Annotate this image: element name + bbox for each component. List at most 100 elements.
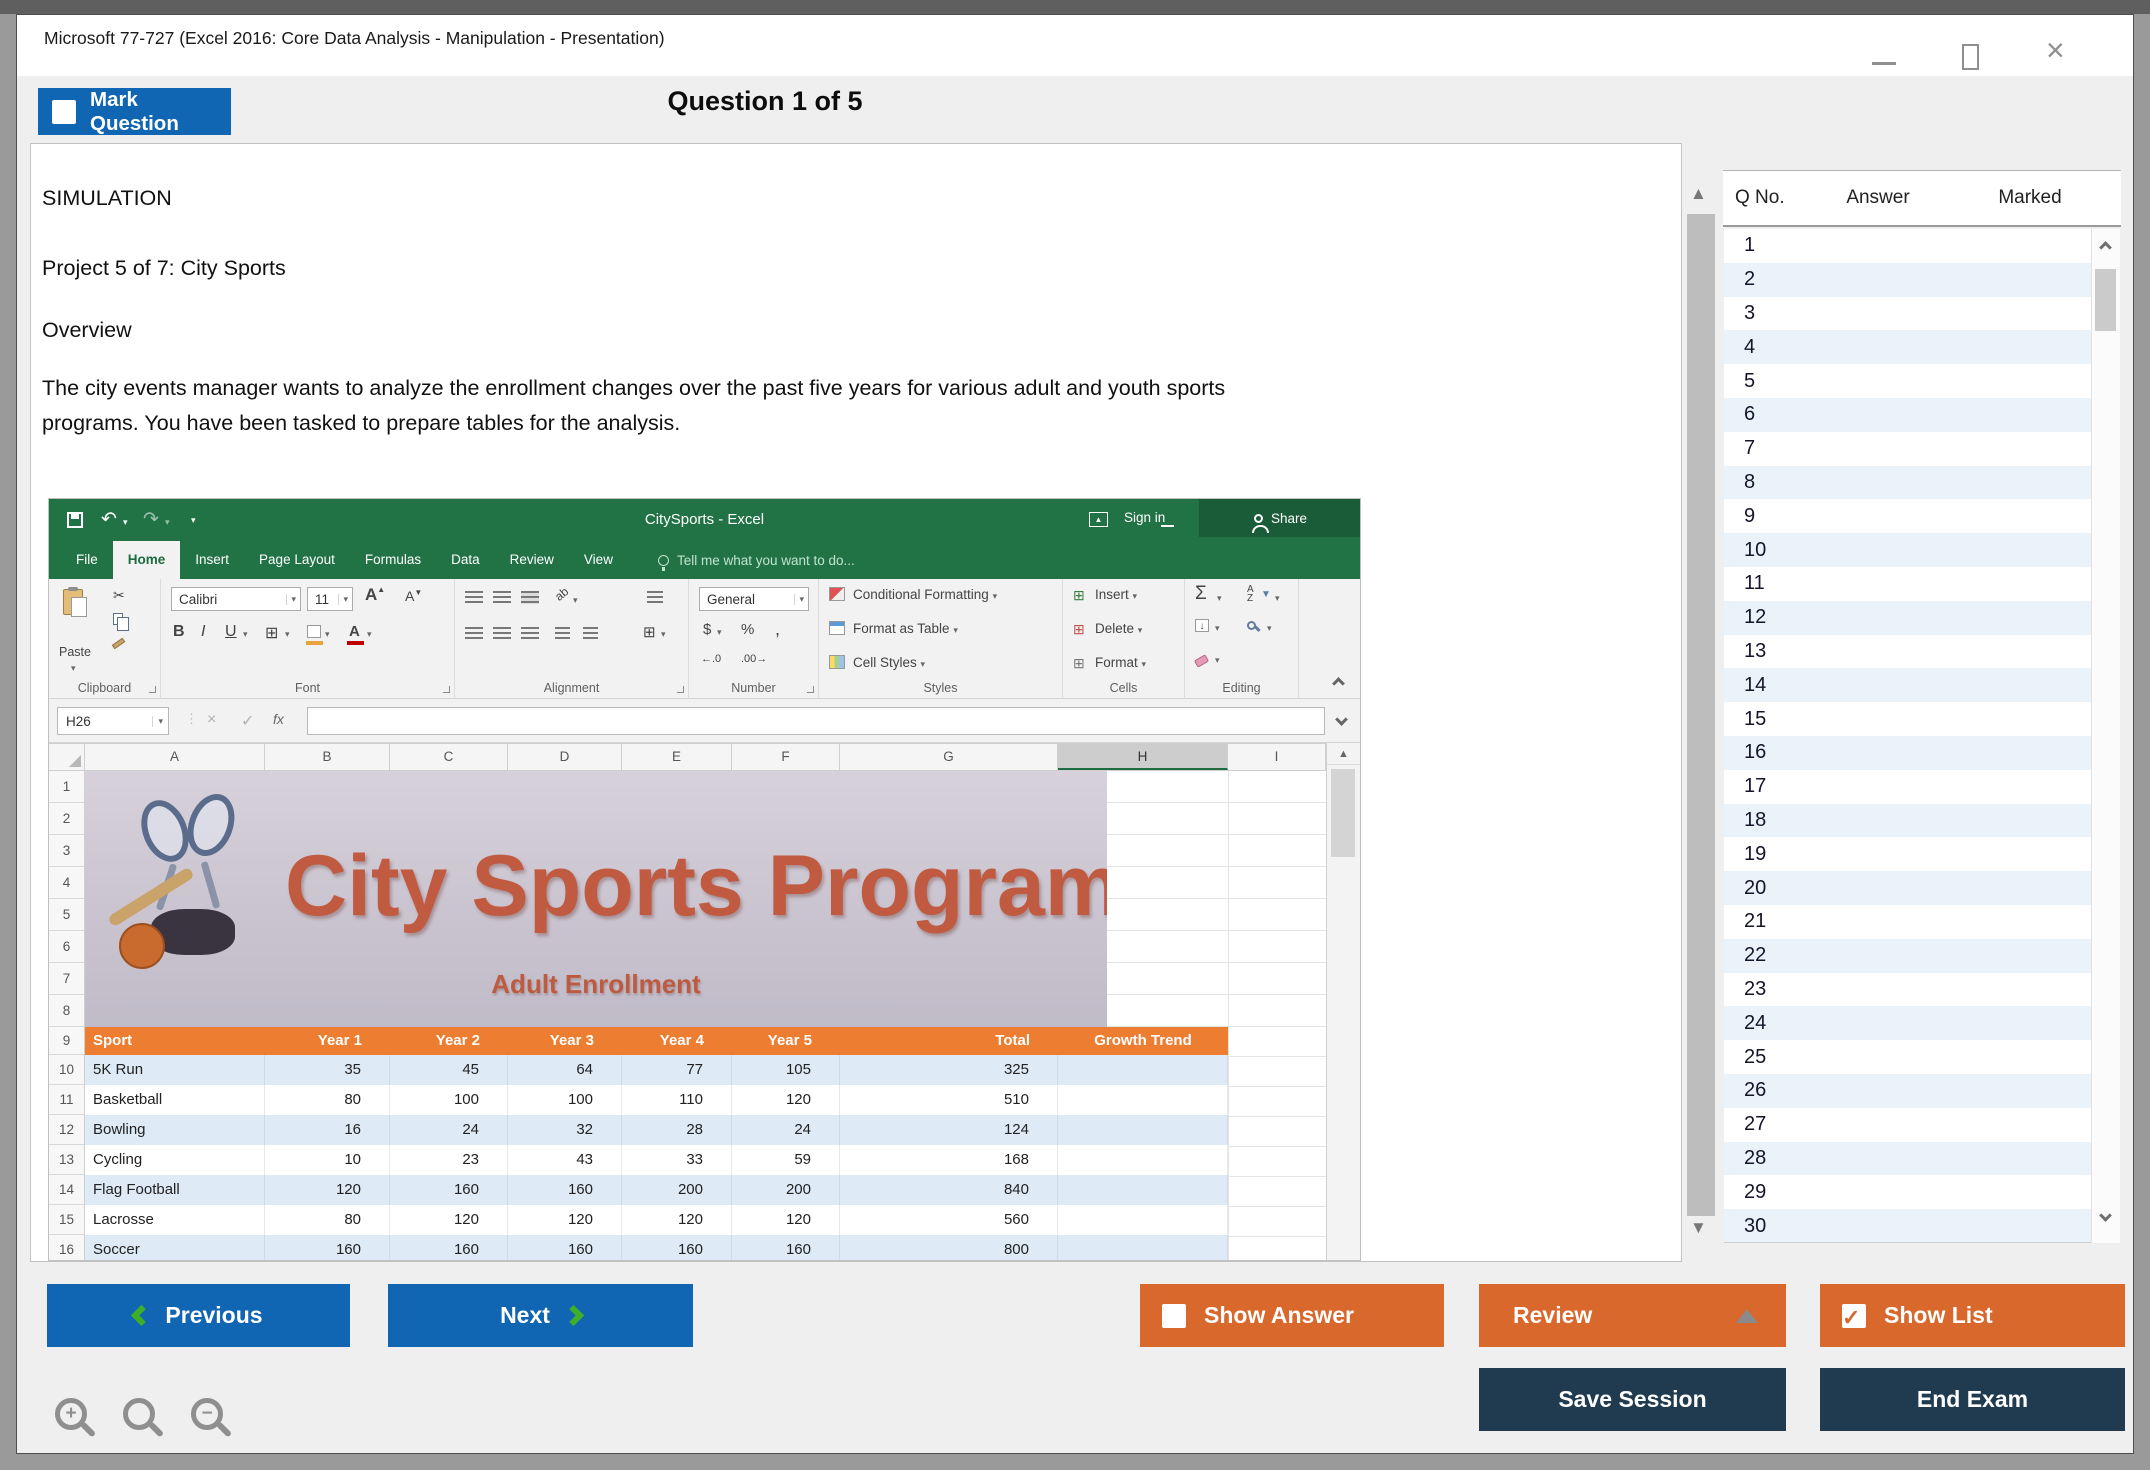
wrap-text-icon[interactable] [647,591,663,604]
paste-icon[interactable] [63,589,83,615]
cancel-entry-icon[interactable]: × [207,711,216,729]
list-item[interactable]: 27 [1724,1108,2091,1142]
row-header[interactable]: 7 [49,963,84,995]
table-cell[interactable]: 100 [390,1085,508,1115]
list-item[interactable]: 23 [1724,973,2091,1007]
list-item[interactable]: 1 [1724,229,2091,263]
row-header[interactable]: 5 [49,899,84,931]
row-header[interactable]: 13 [49,1145,84,1175]
table-cell[interactable]: 5K Run [85,1055,265,1085]
sort-filter-dropdown-icon[interactable]: ▾ [1275,593,1280,604]
zoom-out-icon[interactable]: − [191,1398,223,1430]
align-right-icon[interactable] [521,627,539,640]
table-cell[interactable]: 16 [265,1115,390,1145]
table-cell[interactable]: 59 [732,1145,840,1175]
column-header[interactable]: F [732,744,840,770]
column-header[interactable]: I [1228,744,1326,770]
format-as-table-button[interactable]: Format as Table ▾ [853,621,958,636]
table-cell[interactable]: Bowling [85,1115,265,1145]
list-item[interactable]: 17 [1724,770,2091,804]
list-item[interactable]: 26 [1724,1074,2091,1108]
orientation-dropdown-icon[interactable]: ▾ [573,595,578,606]
table-cell[interactable]: 160 [390,1175,508,1205]
table-cell[interactable]: 560 [840,1205,1058,1235]
table-header-cell[interactable]: Growth Trend [1058,1027,1228,1055]
font-name-select[interactable]: Calibri▾ [171,587,301,611]
table-cell[interactable]: 120 [732,1205,840,1235]
row-header[interactable]: 10 [49,1055,84,1085]
redo-dropdown-icon[interactable]: ▾ [165,517,170,528]
table-cell[interactable]: 160 [265,1235,390,1261]
table-cell[interactable]: 120 [265,1175,390,1205]
conditional-formatting-icon[interactable] [829,587,845,601]
tab-data[interactable]: Data [436,541,495,579]
table-cell[interactable]: 800 [840,1235,1058,1261]
row-header[interactable]: 4 [49,867,84,899]
fill-down-icon[interactable]: ↓ [1195,619,1209,632]
undo-dropdown-icon[interactable]: ▾ [123,517,128,528]
list-item[interactable]: 21 [1724,905,2091,939]
list-item[interactable]: 29 [1724,1175,2091,1209]
delete-cells-icon[interactable]: ⊞ [1073,621,1085,638]
content-scrollbar-thum b[interactable] [1687,214,1715,1216]
row-header[interactable]: 9 [49,1027,84,1055]
end-exam-button[interactable]: End Exam [1820,1368,2125,1431]
table-cell[interactable]: 105 [732,1055,840,1085]
font-color-icon[interactable]: A [349,623,360,640]
table-cell[interactable]: 43 [508,1145,622,1175]
table-header-cell[interactable]: Year 4 [622,1027,732,1055]
column-header[interactable]: G [840,744,1058,770]
font-color-dropdown-icon[interactable]: ▾ [367,629,372,640]
table-cell[interactable] [1058,1205,1228,1235]
expand-formula-bar-icon[interactable] [1335,713,1348,726]
sheet-scrollbar-thumb[interactable] [1331,769,1355,857]
save-session-button[interactable]: Save Session [1479,1368,1786,1431]
share-button[interactable]: Share [1199,499,1361,537]
table-cell[interactable]: 840 [840,1175,1058,1205]
decrease-decimal-icon[interactable]: .00→ [741,653,767,665]
find-select-icon[interactable] [1247,621,1256,630]
merge-center-icon[interactable]: ⊞ [643,623,656,641]
row-header[interactable]: 16 [49,1235,84,1261]
row-header[interactable]: 1 [49,771,84,803]
column-header[interactable]: E [622,744,732,770]
list-scroll-down-icon[interactable] [2099,1209,2112,1222]
table-cell[interactable] [1058,1145,1228,1175]
row-header[interactable]: 2 [49,803,84,835]
accounting-format-icon[interactable]: $ [703,621,711,638]
sheet-scroll-up-icon[interactable]: ▲ [1327,743,1360,765]
font-size-select[interactable]: 11▾ [307,587,353,611]
formula-input[interactable] [307,707,1325,735]
table-cell[interactable]: 24 [390,1115,508,1145]
empty-cells-region[interactable] [1107,771,1326,1027]
insert-function-icon[interactable]: fx [273,711,284,727]
qat-customize-icon[interactable]: ▾ [191,515,196,526]
align-middle-icon[interactable] [493,591,511,604]
column-header[interactable]: D [508,744,622,770]
show-list-checkbox[interactable]: ✓ [1842,1304,1866,1328]
row-header[interactable]: 14 [49,1175,84,1205]
comma-style-icon[interactable]: , [775,619,780,640]
row-header[interactable]: 12 [49,1115,84,1145]
align-top-icon[interactable] [465,591,483,604]
table-cell[interactable]: 200 [732,1175,840,1205]
list-item[interactable]: 12 [1724,601,2091,635]
accounting-dropdown-icon[interactable]: ▾ [717,627,722,638]
table-cell[interactable]: Lacrosse [85,1205,265,1235]
tab-file[interactable]: File [61,541,113,579]
list-item[interactable]: 10 [1724,533,2091,567]
table-header-cell[interactable]: Total [840,1027,1058,1055]
underline-icon[interactable]: U [225,623,237,641]
list-item[interactable]: 5 [1724,364,2091,398]
column-header[interactable]: C [390,744,508,770]
cell-styles-icon[interactable] [829,655,845,669]
list-item[interactable]: 16 [1724,736,2091,770]
table-cell[interactable]: 200 [622,1175,732,1205]
number-dialog-launcher-icon[interactable] [807,686,814,693]
tell-me-box[interactable]: Tell me what you want to do... [658,541,855,579]
tab-page-layout[interactable]: Page Layout [244,541,350,579]
table-cell[interactable]: 80 [265,1205,390,1235]
sign-in-link[interactable]: Sign in [1124,499,1165,537]
table-cell[interactable] [1058,1055,1228,1085]
shrink-font-icon[interactable]: A▼ [405,588,422,604]
